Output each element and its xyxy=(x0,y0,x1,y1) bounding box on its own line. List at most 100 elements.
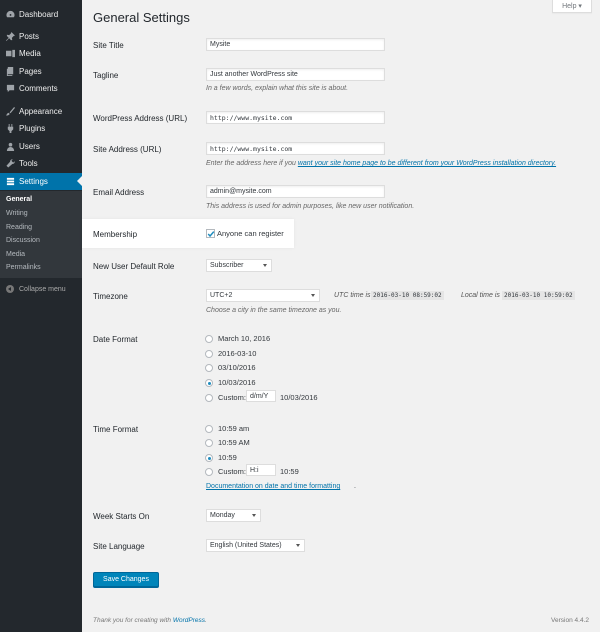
chevron-down-icon xyxy=(252,514,256,517)
submenu-permalinks[interactable]: Permalinks xyxy=(6,264,41,271)
site-address-input[interactable]: http://www.mysite.com xyxy=(206,142,385,155)
link-period: . xyxy=(354,483,356,490)
default-role-label: New User Default Role xyxy=(93,262,175,271)
users-icon xyxy=(5,142,15,152)
footer-version: Version 4.4.2 xyxy=(551,617,589,624)
checkmark-icon xyxy=(207,231,215,238)
time-format-label: Time Format xyxy=(93,425,139,434)
footer-thanks: Thank you for creating with WordPress. xyxy=(93,617,207,624)
local-time-label: Local time is xyxy=(461,292,500,299)
timezone-label: Timezone xyxy=(93,292,128,301)
submenu-reading[interactable]: Reading xyxy=(6,224,32,231)
menu-label: Media xyxy=(19,49,41,58)
menu-label: Tools xyxy=(19,159,38,168)
date-format-option: March 10, 2016 xyxy=(218,334,271,343)
pages-icon xyxy=(5,67,15,77)
time-format-radio[interactable] xyxy=(205,439,213,447)
menu-appearance[interactable]: Appearance xyxy=(0,103,82,120)
site-language-select[interactable]: English (United States) xyxy=(206,539,305,552)
timezone-select[interactable]: UTC+2 xyxy=(206,289,320,302)
tagline-description: In a few words, explain what this site i… xyxy=(206,85,349,92)
main-content: Help ▾ General Settings Site Title Mysit… xyxy=(82,0,600,632)
date-time-docs-link[interactable]: Documentation on date and time formattin… xyxy=(206,483,340,490)
site-address-description: Enter the address here if you want your … xyxy=(206,160,556,167)
wp-address-input[interactable]: http://www.mysite.com xyxy=(206,111,385,124)
pin-icon xyxy=(5,32,15,42)
tagline-label: Tagline xyxy=(93,71,119,80)
menu-settings[interactable]: Settings xyxy=(0,173,82,190)
menu-label: Plugins xyxy=(19,124,46,133)
footer-thanks-text: Thank you for creating with xyxy=(93,617,173,624)
menu-tools[interactable]: Tools xyxy=(0,155,82,172)
week-start-label: Week Starts On xyxy=(93,512,150,521)
time-format-custom-label: Custom: xyxy=(218,467,246,476)
menu-label: Pages xyxy=(19,67,42,76)
site-title-input[interactable]: Mysite xyxy=(206,38,385,51)
help-tab-button[interactable]: Help ▾ xyxy=(552,0,592,13)
collapse-menu-button[interactable]: Collapse menu xyxy=(0,285,82,293)
media-icon xyxy=(5,49,15,59)
save-changes-button[interactable]: Save Changes xyxy=(93,572,159,587)
membership-checkbox[interactable] xyxy=(206,229,215,238)
email-label: Email Address xyxy=(93,188,145,197)
week-start-value: Monday xyxy=(210,512,235,519)
site-address-label: Site Address (URL) xyxy=(93,145,162,154)
chevron-down-icon xyxy=(311,294,315,297)
menu-dashboard[interactable]: Dashboard xyxy=(0,6,82,23)
menu-comments[interactable]: Comments xyxy=(0,80,82,97)
menu-label: Dashboard xyxy=(19,10,59,19)
menu-label: Users xyxy=(19,142,40,151)
brush-icon xyxy=(5,107,15,117)
date-format-radio[interactable] xyxy=(205,335,213,343)
tagline-input[interactable]: Just another WordPress site xyxy=(206,68,385,81)
settings-icon xyxy=(5,177,15,187)
menu-users[interactable]: Users xyxy=(0,138,82,155)
wordpress-link[interactable]: WordPress xyxy=(173,617,205,624)
membership-label: Membership xyxy=(93,230,138,239)
local-time-value: 2016-03-10 10:59:02 xyxy=(502,291,575,300)
menu-media[interactable]: Media xyxy=(0,45,82,62)
time-format-option: 10:59 xyxy=(218,453,237,462)
wp-address-label: WordPress Address (URL) xyxy=(93,114,188,123)
submenu-writing[interactable]: Writing xyxy=(6,210,28,217)
menu-label: Appearance xyxy=(19,107,63,116)
site-title-label: Site Title xyxy=(93,41,124,50)
page-title: General Settings xyxy=(93,10,190,25)
site-address-help-link[interactable]: want your site home page to be different… xyxy=(298,160,556,167)
email-input[interactable]: admin@mysite.com xyxy=(206,185,385,198)
date-format-radio[interactable] xyxy=(205,364,213,372)
date-format-radio-selected[interactable] xyxy=(205,379,213,387)
menu-label: Posts xyxy=(19,32,40,41)
menu-posts[interactable]: Posts xyxy=(0,28,82,45)
time-format-preview: 10:59 xyxy=(280,467,299,476)
default-role-select[interactable]: Subscriber xyxy=(206,259,272,272)
utc-time-value: 2016-03-10 08:59:02 xyxy=(371,291,444,300)
submenu-media[interactable]: Media xyxy=(6,251,25,258)
date-format-custom-input[interactable]: d/m/Y xyxy=(246,390,276,402)
time-format-radio-selected[interactable] xyxy=(205,454,213,462)
menu-label: Settings xyxy=(19,177,48,186)
utc-time-label: UTC time is xyxy=(334,292,371,299)
time-format-radio[interactable] xyxy=(205,425,213,433)
wrench-icon xyxy=(5,159,15,169)
date-format-preview: 10/03/2016 xyxy=(280,393,318,402)
date-format-custom-label: Custom: xyxy=(218,393,246,402)
date-format-label: Date Format xyxy=(93,335,138,344)
date-format-radio[interactable] xyxy=(205,350,213,358)
submenu-discussion[interactable]: Discussion xyxy=(6,237,40,244)
date-format-option: 2016-03-10 xyxy=(218,349,257,358)
timezone-description: Choose a city in the same timezone as yo… xyxy=(206,307,342,314)
site-language-label: Site Language xyxy=(93,542,145,551)
timezone-value: UTC+2 xyxy=(210,292,233,299)
time-format-custom-radio[interactable] xyxy=(205,468,213,476)
date-format-custom-radio[interactable] xyxy=(205,394,213,402)
collapse-label: Collapse menu xyxy=(19,285,66,293)
date-format-option: 10/03/2016 xyxy=(218,378,256,387)
week-start-select[interactable]: Monday xyxy=(206,509,261,522)
menu-plugins[interactable]: Plugins xyxy=(0,120,82,137)
time-format-option: 10:59 AM xyxy=(218,438,250,447)
submenu-general[interactable]: General xyxy=(6,196,32,203)
menu-pages[interactable]: Pages xyxy=(0,63,82,80)
plugin-icon xyxy=(5,124,15,134)
time-format-custom-input[interactable]: H:i xyxy=(246,464,276,476)
